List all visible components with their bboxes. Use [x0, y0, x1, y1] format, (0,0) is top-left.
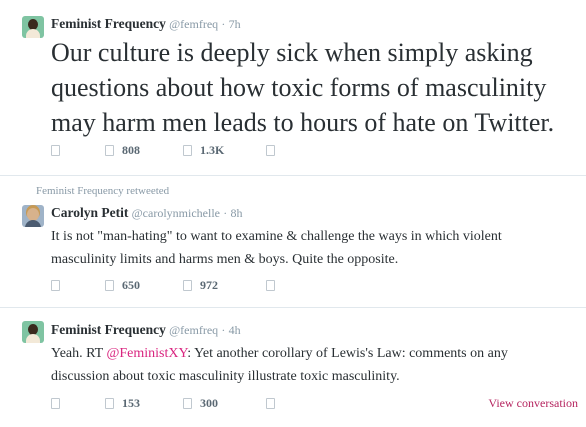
tweet-header: Feminist Frequency @femfreq · 4h — [51, 322, 241, 338]
more-icon — [266, 397, 275, 409]
author-name[interactable]: Feminist Frequency — [51, 322, 166, 337]
tweet[interactable]: Feminist Frequency retweeted Carolyn Pet… — [0, 176, 586, 308]
author-name[interactable]: Carolyn Petit — [51, 205, 128, 220]
avatar[interactable] — [22, 321, 44, 343]
favorite-count: 300 — [200, 395, 218, 410]
avatar[interactable] — [22, 16, 44, 38]
favorite-icon — [183, 397, 192, 409]
timestamp[interactable]: 4h — [229, 323, 241, 337]
mention-link[interactable]: @FeministXY — [106, 346, 187, 361]
retweet-icon — [105, 144, 114, 156]
author-name[interactable]: Feminist Frequency — [51, 16, 166, 31]
favorite-count: 1.3K — [200, 142, 225, 157]
author-handle[interactable]: @femfreq — [169, 17, 218, 31]
retweet-icon — [105, 279, 114, 291]
retweet-icon — [105, 397, 114, 409]
tweet-header: Carolyn Petit @carolynmichelle · 8h — [51, 205, 242, 221]
retweet-button[interactable]: 650 — [105, 278, 140, 292]
retweet-button[interactable]: 808 — [105, 143, 140, 157]
reply-icon — [51, 144, 60, 156]
favorite-button[interactable]: 972 — [183, 278, 218, 292]
view-conversation-link[interactable]: View conversation — [488, 396, 578, 411]
more-icon — [266, 279, 275, 291]
reply-button[interactable] — [51, 143, 60, 157]
retweeted-by-label[interactable]: Feminist Frequency retweeted — [36, 185, 169, 197]
author-handle[interactable]: @carolynmichelle — [132, 206, 220, 220]
favorite-button[interactable]: 1.3K — [183, 143, 224, 157]
favorite-button[interactable]: 300 — [183, 396, 218, 410]
reply-icon — [51, 279, 60, 291]
tweet-text: Yeah. RT @FeministXY: Yet another coroll… — [51, 342, 551, 388]
more-button[interactable] — [266, 143, 275, 157]
timestamp[interactable]: 8h — [230, 206, 242, 220]
tweet[interactable]: Feminist Frequency @femfreq · 7h Our cul… — [0, 0, 586, 176]
timestamp[interactable]: 7h — [229, 17, 241, 31]
retweet-count: 808 — [122, 142, 140, 157]
separator-dot: · — [221, 17, 226, 31]
retweet-count: 650 — [122, 277, 140, 292]
more-button[interactable] — [266, 396, 275, 410]
tweet-text: Our culture is deeply sick when simply a… — [51, 38, 555, 137]
author-handle[interactable]: @femfreq — [169, 323, 218, 337]
separator-dot: · — [223, 206, 228, 220]
favorite-icon — [183, 144, 192, 156]
separator-dot: · — [221, 323, 226, 337]
reply-button[interactable] — [51, 278, 60, 292]
retweet-button[interactable]: 153 — [105, 396, 140, 410]
reply-icon — [51, 397, 60, 409]
more-icon — [266, 144, 275, 156]
tweet-text: It is not "man-hating" to want to examin… — [51, 229, 502, 267]
retweet-count: 153 — [122, 395, 140, 410]
avatar[interactable] — [22, 205, 44, 227]
reply-button[interactable] — [51, 396, 60, 410]
tweet[interactable]: Feminist Frequency @femfreq · 4h Yeah. R… — [0, 308, 586, 427]
favorite-count: 972 — [200, 277, 218, 292]
favorite-icon — [183, 279, 192, 291]
tweet-header: Feminist Frequency @femfreq · 7h — [51, 16, 241, 32]
tweet-text-prefix: Yeah. RT — [51, 346, 107, 361]
more-button[interactable] — [266, 278, 275, 292]
